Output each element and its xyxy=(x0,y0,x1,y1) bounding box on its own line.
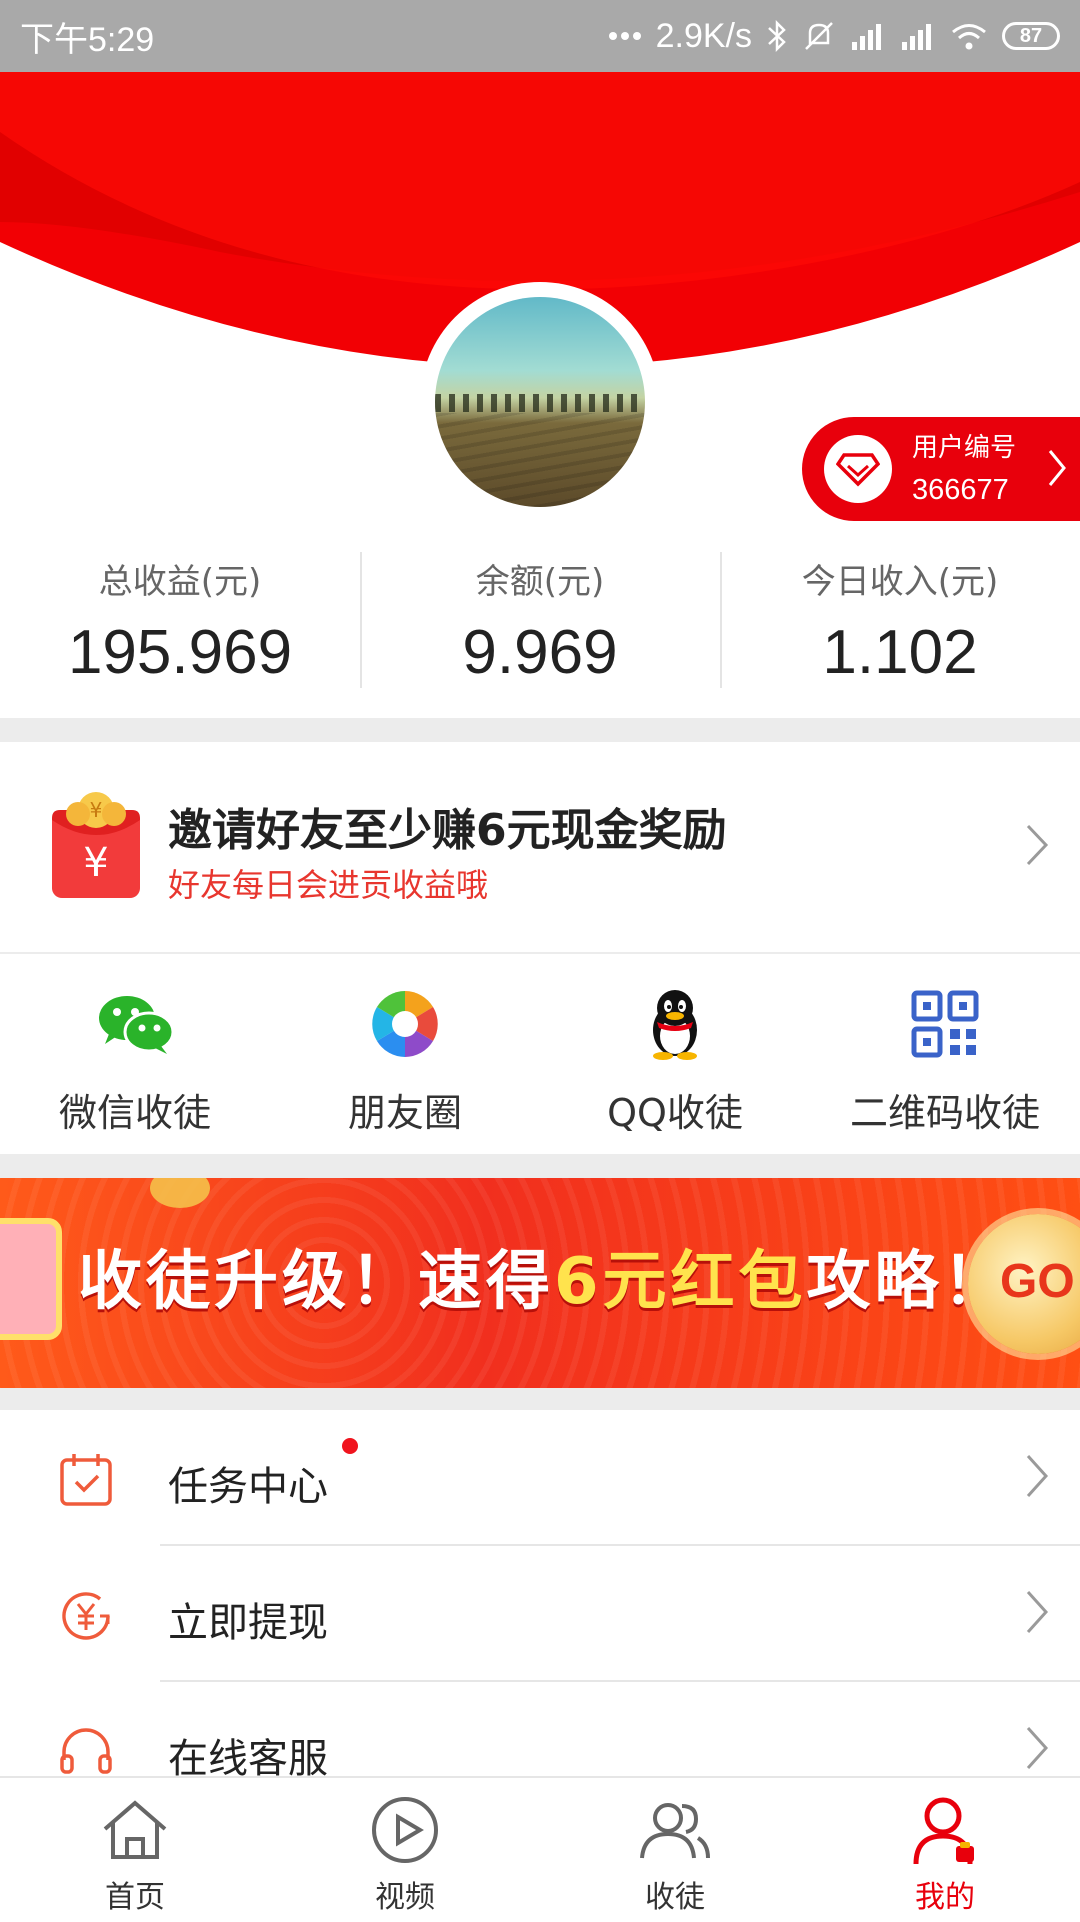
bottom-navigation: 首页 视频 收徒 我的 xyxy=(0,1776,1080,1922)
stat-value: 9.969 xyxy=(462,618,618,687)
user-id-value: 366677 xyxy=(912,474,1009,506)
wechat-icon xyxy=(95,984,175,1064)
invite-subtitle: 好友每日会进贡收益哦 xyxy=(168,866,489,904)
users-icon xyxy=(638,1790,712,1870)
wifi-icon xyxy=(950,16,988,56)
headset-icon xyxy=(60,1728,112,1774)
share-wechat[interactable]: 微信收徒 xyxy=(0,954,270,1154)
menu-list: 任务中心 立即提现 在线客服 xyxy=(0,1410,1080,1818)
qq-icon xyxy=(645,984,705,1064)
nav-home[interactable]: 首页 xyxy=(0,1778,270,1922)
share-options: 微信收徒 朋友圈 QQ收徒 二维码收徒 xyxy=(0,952,1080,1154)
user-id-label: 用户编号 xyxy=(912,433,1017,463)
share-label: 朋友圈 xyxy=(347,1091,462,1135)
avatar[interactable] xyxy=(420,282,660,522)
banner-text: 收徒升级！速得6元红包攻略！ xyxy=(78,1245,1011,1319)
signal-icon xyxy=(900,16,936,56)
profile-icon xyxy=(910,1790,980,1870)
notification-dot xyxy=(342,1438,358,1454)
avatar-image xyxy=(435,297,645,507)
diamond-icon xyxy=(824,435,892,503)
status-time: 下午5:29 xyxy=(20,20,155,59)
battery-icon: 87 xyxy=(1002,22,1060,50)
stat-label: 今日收入(元) xyxy=(801,562,999,602)
user-id-badge[interactable]: 用户编号 366677 xyxy=(802,417,1080,521)
menu-withdraw[interactable]: 立即提现 xyxy=(0,1546,1080,1682)
nav-mine[interactable]: 我的 xyxy=(810,1778,1080,1922)
section-divider xyxy=(0,1154,1080,1178)
share-qq[interactable]: QQ收徒 xyxy=(540,954,810,1154)
red-packet-icon: ¥ ¥ xyxy=(52,792,140,898)
stat-label: 余额(元) xyxy=(475,562,605,602)
home-icon xyxy=(99,1790,171,1870)
network-speed: 2.9K/s xyxy=(655,16,752,55)
chevron-right-icon xyxy=(1026,1590,1049,1634)
share-label: QQ收徒 xyxy=(607,1091,743,1135)
section-divider xyxy=(0,718,1080,742)
more-dots-icon xyxy=(608,16,642,56)
nav-label: 首页 xyxy=(105,1880,165,1915)
share-label: 二维码收徒 xyxy=(849,1091,1040,1135)
stat-today-income[interactable]: 今日收入(元) 1.102 xyxy=(720,548,1080,708)
invite-title: 邀请好友至少赚6元现金奖励 xyxy=(168,805,727,856)
share-moments[interactable]: 朋友圈 xyxy=(270,954,540,1154)
svg-text:¥: ¥ xyxy=(83,840,108,886)
menu-label: 任务中心 xyxy=(168,1464,328,1510)
gift-decoration xyxy=(0,1218,62,1340)
calendar-check-icon xyxy=(60,1454,112,1506)
menu-task-center[interactable]: 任务中心 xyxy=(0,1410,1080,1546)
stat-balance[interactable]: 余额(元) 9.969 xyxy=(360,548,720,708)
stat-value: 195.969 xyxy=(67,618,293,687)
stat-label: 总收益(元) xyxy=(98,562,262,602)
share-label: 微信收徒 xyxy=(58,1091,211,1135)
play-icon xyxy=(370,1790,440,1870)
nav-label: 收徒 xyxy=(645,1880,705,1915)
promo-banner[interactable]: 收徒升级！速得6元红包攻略！ GO xyxy=(0,1178,1080,1388)
chevron-right-icon xyxy=(1026,1726,1049,1770)
nav-label: 视频 xyxy=(375,1880,435,1915)
stat-value: 1.102 xyxy=(822,618,978,687)
nav-video[interactable]: 视频 xyxy=(270,1778,540,1922)
chevron-right-icon xyxy=(1048,450,1066,486)
bluetooth-icon xyxy=(766,16,788,56)
earnings-stats: 总收益(元) 195.969 余额(元) 9.969 今日收入(元) 1.102 xyxy=(0,548,1080,708)
share-qrcode[interactable]: 二维码收徒 xyxy=(810,954,1080,1154)
qrcode-icon xyxy=(911,984,979,1064)
svg-text:¥: ¥ xyxy=(90,798,103,822)
status-bar: 下午5:29 2.9K/s 87 xyxy=(0,0,1080,72)
stat-total-earnings[interactable]: 总收益(元) 195.969 xyxy=(0,548,360,708)
section-divider xyxy=(0,1388,1080,1410)
yuan-refresh-icon xyxy=(62,1592,110,1640)
moments-icon xyxy=(370,984,440,1064)
signal-icon xyxy=(850,16,886,56)
mute-icon xyxy=(802,16,836,56)
chevron-right-icon xyxy=(1026,1454,1049,1498)
invite-friends-row[interactable]: ¥ ¥ 邀请好友至少赚6元现金奖励 好友每日会进贡收益哦 xyxy=(0,742,1080,950)
nav-label: 我的 xyxy=(915,1880,975,1915)
menu-label: 立即提现 xyxy=(168,1600,328,1646)
chevron-right-icon xyxy=(1026,824,1049,866)
nav-apprentice[interactable]: 收徒 xyxy=(540,1778,810,1922)
